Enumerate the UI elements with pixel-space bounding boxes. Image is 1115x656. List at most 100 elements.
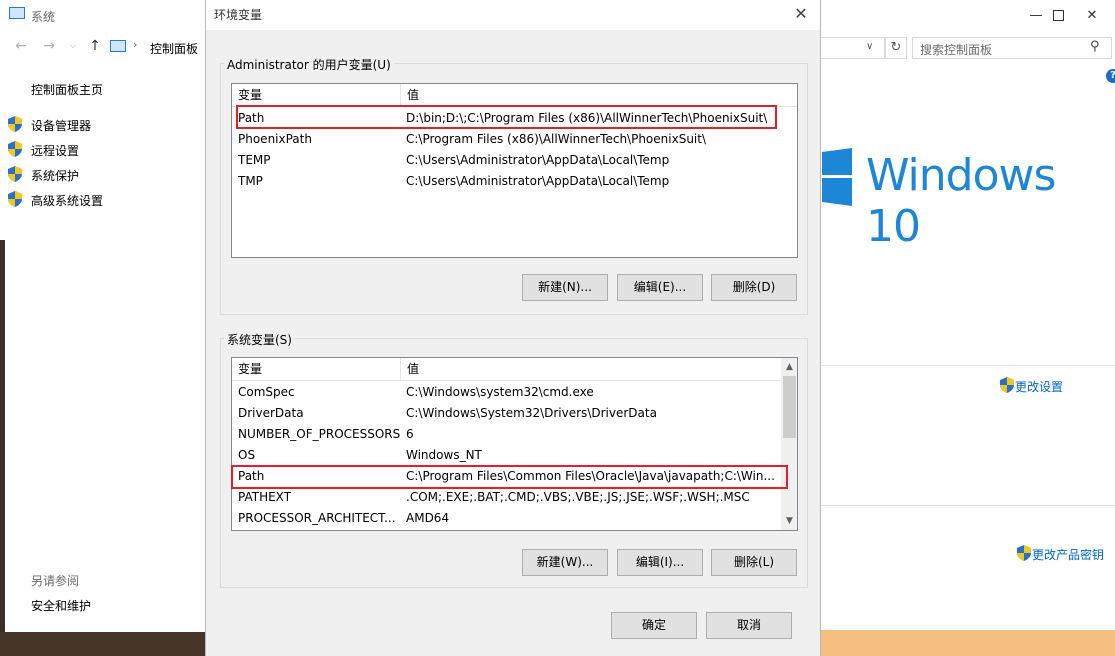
table-row[interactable]: ComSpec C:\Windows\system32\cmd.exe bbox=[232, 382, 781, 403]
system-variables-label: 系统变量(S) bbox=[224, 331, 295, 348]
help-button[interactable]: ? bbox=[1106, 69, 1115, 83]
refresh-button[interactable]: ↻ bbox=[885, 37, 907, 59]
windows-10-brand: Windows 10 bbox=[866, 150, 1056, 252]
variable-name: TEMP bbox=[238, 153, 271, 167]
dialog-title: 环境变量 bbox=[214, 8, 263, 22]
shield-icon bbox=[1017, 545, 1031, 564]
variable-value: C:\Users\Administrator\AppData\Local\Tem… bbox=[406, 153, 670, 167]
list-header: 变量 值 bbox=[232, 358, 781, 381]
user-variables-label: Administrator 的用户变量(U) bbox=[224, 56, 394, 73]
control-panel-home-link[interactable]: 控制面板主页 bbox=[31, 81, 103, 98]
variable-name: TMP bbox=[238, 174, 263, 188]
column-header-name[interactable]: 变量 bbox=[232, 358, 400, 380]
arrow-right-icon: → bbox=[43, 38, 55, 54]
breadcrumb-separator: › bbox=[133, 38, 138, 51]
column-header-value[interactable]: 值 bbox=[401, 84, 797, 106]
shield-icon bbox=[8, 116, 22, 135]
variable-value: .COM;.EXE;.BAT;.CMD;.VBS;.VBE;.JS;.JSE;.… bbox=[406, 490, 750, 504]
table-row[interactable]: OS Windows_NT bbox=[232, 445, 781, 466]
advanced-system-settings-link[interactable]: 高级系统设置 bbox=[31, 192, 103, 209]
table-row[interactable]: PROCESSOR_ARCHITECT... AMD64 bbox=[232, 508, 781, 529]
table-row[interactable]: TEMP C:\Users\Administrator\AppData\Loca… bbox=[232, 150, 797, 171]
remote-settings-link[interactable]: 远程设置 bbox=[31, 142, 79, 159]
system-variables-list[interactable]: 变量 值 ComSpec C:\Windows\system32\cmd.exe… bbox=[231, 357, 798, 531]
highlight-box bbox=[231, 465, 788, 489]
section-divider bbox=[820, 505, 1115, 506]
table-row[interactable]: TMP C:\Users\Administrator\AppData\Local… bbox=[232, 171, 797, 192]
shield-icon bbox=[8, 191, 22, 210]
arrow-left-icon: ← bbox=[15, 38, 27, 54]
address-bar-end bbox=[820, 37, 885, 59]
table-row[interactable]: NUMBER_OF_PROCESSORS 6 bbox=[232, 424, 781, 445]
close-icon: ✕ bbox=[1086, 7, 1098, 23]
change-product-key-link[interactable]: 更改产品密钥 bbox=[1032, 546, 1104, 563]
variable-name: ComSpec bbox=[238, 385, 295, 399]
dialog-close-button[interactable]: ✕ bbox=[789, 3, 813, 25]
system-protection-link[interactable]: 系统保护 bbox=[31, 167, 79, 184]
shield-icon bbox=[8, 141, 22, 160]
ok-button[interactable]: 确定 bbox=[611, 612, 697, 639]
refresh-icon: ↻ bbox=[890, 40, 902, 55]
variable-value: C:\Program Files (x86)\AllWinnerTech\Pho… bbox=[406, 132, 707, 146]
see-also-heading: 另请参阅 bbox=[31, 574, 80, 588]
cancel-button[interactable]: 取消 bbox=[706, 612, 792, 639]
variable-value: C:\Users\Administrator\AppData\Local\Tem… bbox=[406, 174, 670, 188]
highlight-box bbox=[236, 105, 777, 129]
maximize-icon bbox=[1052, 9, 1064, 21]
system-delete-button[interactable]: 删除(L) bbox=[711, 549, 797, 576]
vertical-scrollbar[interactable]: ▲ ▼ bbox=[781, 358, 797, 530]
list-header: 变量 值 bbox=[232, 84, 797, 107]
security-maintenance-link[interactable]: 安全和维护 bbox=[31, 597, 91, 614]
environment-variables-dialog: 环境变量 ✕ Administrator 的用户变量(U) 变量 值 Path … bbox=[205, 0, 821, 656]
control-panel-icon bbox=[110, 40, 126, 52]
address-dropdown-chevron-icon[interactable]: ∨ bbox=[866, 41, 873, 52]
scroll-up-arrow-icon[interactable]: ▲ bbox=[781, 362, 797, 372]
close-window-button[interactable]: ✕ bbox=[1069, 0, 1115, 30]
device-manager-link[interactable]: 设备管理器 bbox=[31, 117, 91, 134]
forward-button[interactable]: → bbox=[40, 38, 58, 56]
table-row[interactable]: PATHEXT .COM;.EXE;.BAT;.CMD;.VBS;.VBE;.J… bbox=[232, 487, 781, 508]
variable-value: C:\Windows\System32\Drivers\DriverData bbox=[406, 406, 657, 420]
column-header-name[interactable]: 变量 bbox=[232, 84, 400, 106]
section-divider bbox=[820, 365, 1115, 366]
user-delete-button[interactable]: 删除(D) bbox=[711, 274, 797, 301]
breadcrumb-control-panel[interactable]: 控制面板 bbox=[150, 40, 198, 57]
close-icon: ✕ bbox=[794, 4, 808, 23]
arrow-up-icon: ↑ bbox=[89, 38, 101, 54]
user-edit-button[interactable]: 编辑(E)... bbox=[617, 274, 703, 301]
variable-name: PhoenixPath bbox=[238, 132, 312, 146]
desktop-wallpaper-strip bbox=[0, 632, 205, 656]
recent-dropdown-button[interactable]: ⌵ bbox=[64, 41, 82, 59]
search-placeholder: 搜索控制面板 bbox=[920, 43, 993, 57]
shield-icon bbox=[8, 166, 22, 185]
back-button[interactable]: ← bbox=[12, 38, 30, 56]
search-icon[interactable]: ⚲ bbox=[1090, 39, 1100, 54]
desktop-wallpaper-strip bbox=[820, 630, 1115, 656]
variable-name: PATHEXT bbox=[238, 490, 292, 504]
variable-name: OS bbox=[238, 448, 256, 462]
variable-name: NUMBER_OF_PROCESSORS bbox=[238, 427, 401, 441]
variable-value: C:\Windows\system32\cmd.exe bbox=[406, 385, 594, 399]
system-edit-button[interactable]: 编辑(I)... bbox=[617, 549, 703, 576]
dialog-titlebar bbox=[206, 0, 820, 30]
variable-name: DriverData bbox=[238, 406, 304, 420]
user-new-button[interactable]: 新建(N)... bbox=[522, 274, 608, 301]
variable-value: AMD64 bbox=[406, 511, 450, 525]
variable-value: 6 bbox=[406, 427, 414, 441]
column-header-value[interactable]: 值 bbox=[401, 358, 779, 380]
scroll-down-arrow-icon[interactable]: ▼ bbox=[781, 516, 797, 526]
desktop-wallpaper-strip bbox=[0, 240, 5, 656]
windows-logo-icon bbox=[822, 148, 852, 209]
chevron-down-icon: ⌵ bbox=[69, 41, 77, 51]
scrollbar-thumb[interactable] bbox=[783, 376, 796, 438]
variable-name: PROCESSOR_ARCHITECT... bbox=[238, 511, 396, 525]
table-row[interactable]: DriverData C:\Windows\System32\Drivers\D… bbox=[232, 403, 781, 424]
system-window-title: 系统 bbox=[31, 10, 56, 24]
change-settings-link[interactable]: 更改设置 bbox=[1015, 378, 1063, 395]
shield-icon bbox=[1000, 377, 1014, 396]
system-new-button[interactable]: 新建(W)... bbox=[522, 549, 608, 576]
up-button[interactable]: ↑ bbox=[86, 38, 104, 56]
monitor-icon bbox=[9, 7, 25, 19]
table-row[interactable]: PhoenixPath C:\Program Files (x86)\AllWi… bbox=[232, 129, 797, 150]
variable-value: Windows_NT bbox=[406, 448, 482, 462]
